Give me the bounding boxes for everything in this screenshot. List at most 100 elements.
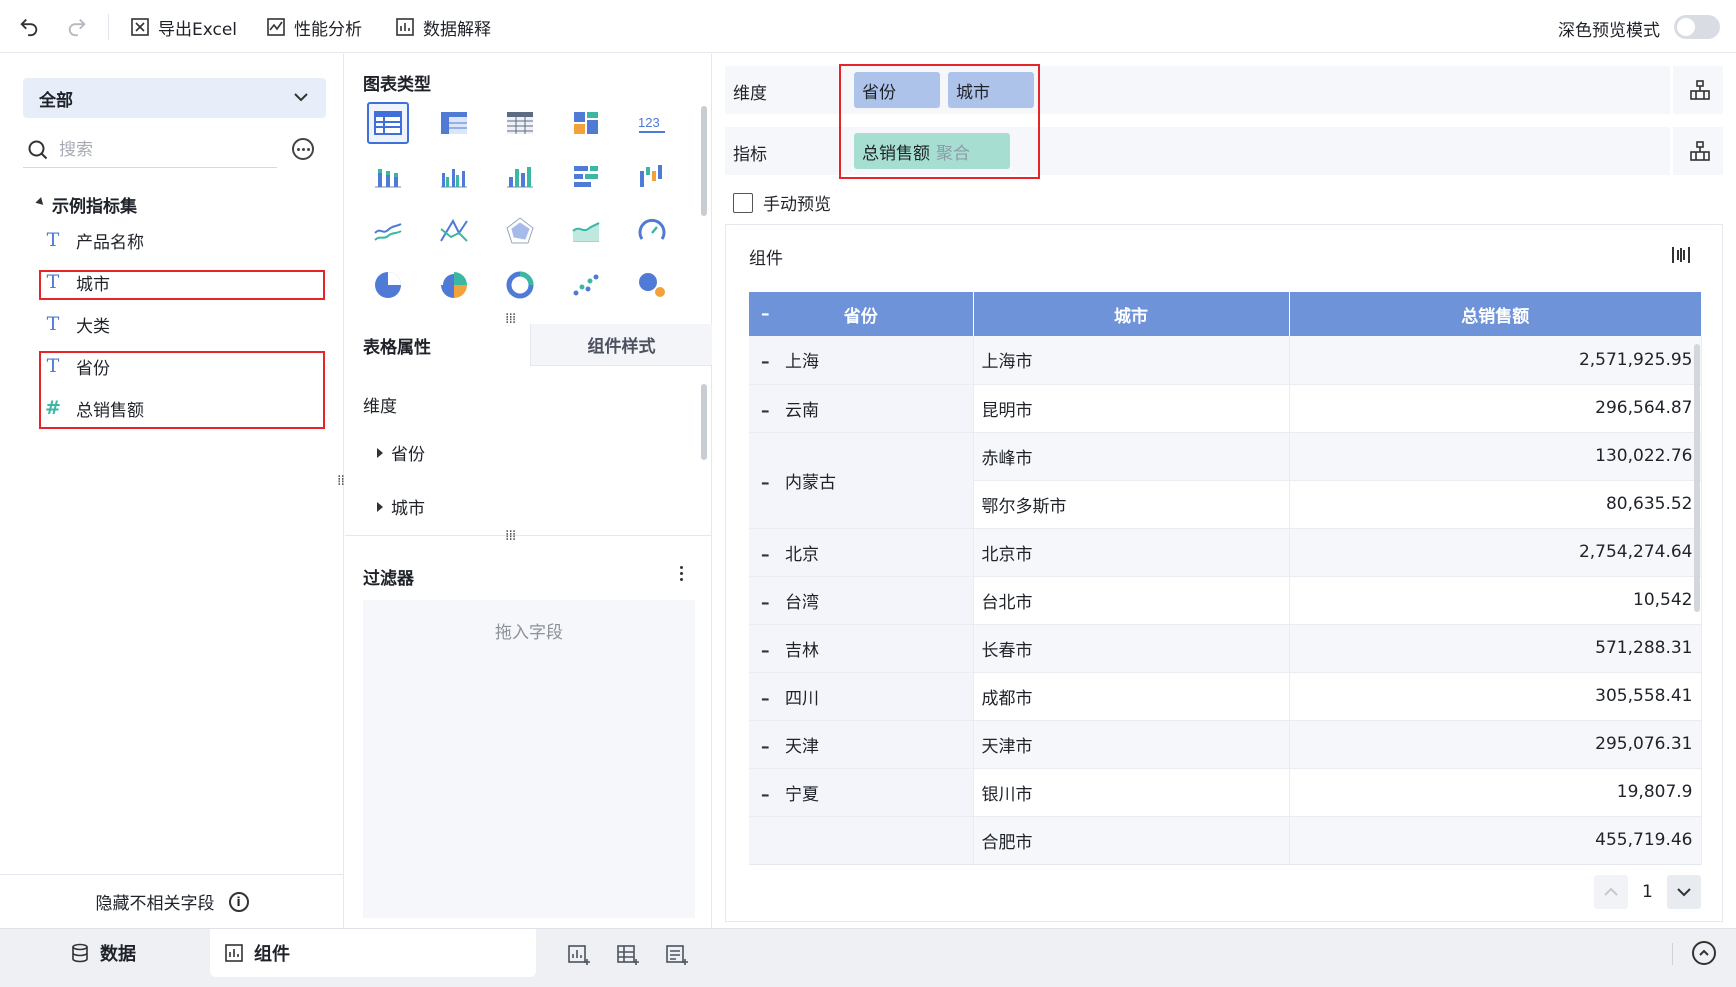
table-row: – 北京 北京市 2,754,274.64 xyxy=(749,528,1702,577)
field-panel: 全部 示例指标集 T 产品名称 T 城市 T 大类 T 省份 # 总销售额 隐藏… xyxy=(0,54,344,928)
hierarchy-icon[interactable] xyxy=(1689,140,1711,162)
performance-analysis-button[interactable]: 性能分析 xyxy=(266,13,362,41)
chart-donut-icon[interactable] xyxy=(499,264,541,306)
tab-component[interactable]: 组件 xyxy=(210,929,536,977)
province-cell[interactable]: – 宁夏 xyxy=(749,768,974,817)
field-item-category[interactable]: T 大类 xyxy=(44,306,110,342)
collapse-icon[interactable]: – xyxy=(761,401,773,421)
dimension-slot-label: 维度 xyxy=(733,84,767,104)
province-cell[interactable]: – 云南 xyxy=(749,384,974,433)
collapse-icon[interactable]: – xyxy=(761,473,773,493)
chart-list-scrollbar[interactable] xyxy=(701,106,707,216)
tab-data[interactable]: 数据 xyxy=(70,929,136,977)
resize-handle-icon[interactable]: ⁞⁞ xyxy=(337,474,345,488)
export-excel-label: 导出Excel xyxy=(158,19,238,40)
dark-preview-toggle[interactable] xyxy=(1674,15,1720,39)
add-table-icon[interactable] xyxy=(616,943,640,967)
scope-select[interactable]: 全部 xyxy=(23,78,326,118)
sales-cell: 455,719.46 xyxy=(1289,816,1702,865)
city-cell: 昆明市 xyxy=(973,384,1290,433)
province-cell xyxy=(749,816,974,865)
filter-drop-zone[interactable]: 拖入字段 xyxy=(363,600,695,918)
expand-triangle-icon xyxy=(377,501,383,512)
chart-group-table-icon[interactable] xyxy=(433,102,475,144)
export-excel-button[interactable]: 导出Excel xyxy=(130,13,237,41)
chart-column-icon[interactable] xyxy=(499,156,541,198)
tab-component-style[interactable]: 组件样式 xyxy=(530,324,712,366)
text-type-icon: T xyxy=(46,229,60,251)
redo-icon[interactable] xyxy=(66,15,88,37)
next-page-button[interactable] xyxy=(1666,875,1701,909)
chart-rose-pie-icon[interactable] xyxy=(433,264,475,306)
scope-select-value: 全部 xyxy=(39,90,73,111)
table-row: – 四川 成都市 305,558.41 xyxy=(749,672,1702,721)
chart-gauge-icon[interactable] xyxy=(631,210,673,252)
divider xyxy=(345,535,712,536)
resize-handle-icon[interactable]: ⁞⁞⁞ xyxy=(505,312,516,326)
metric-set-label: 示例指标集 xyxy=(52,197,137,217)
field-item-product-name[interactable]: T 产品名称 xyxy=(44,222,144,258)
collapse-icon[interactable]: – xyxy=(761,737,773,757)
province-cell[interactable]: – 天津 xyxy=(749,720,974,769)
chart-bubble-icon[interactable] xyxy=(631,264,673,306)
collapse-icon[interactable]: – xyxy=(761,545,773,565)
city-cell: 天津市 xyxy=(973,720,1290,769)
chart-number-icon[interactable]: 123 xyxy=(631,102,673,144)
property-scrollbar[interactable] xyxy=(701,384,707,460)
province-cell[interactable]: – 四川 xyxy=(749,672,974,721)
table-scrollbar[interactable] xyxy=(1694,344,1700,612)
chart-area-icon[interactable] xyxy=(565,210,607,252)
city-cell: 成都市 xyxy=(973,672,1290,721)
dimension-item-city[interactable]: 城市 xyxy=(377,494,425,519)
city-cell: 合肥市 xyxy=(973,816,1290,865)
province-cell[interactable]: – 台湾 xyxy=(749,576,974,625)
province-cell[interactable]: – 吉林 xyxy=(749,624,974,673)
chart-cross-table-icon[interactable] xyxy=(499,102,541,144)
hide-irrelevant-fields[interactable]: 隐藏不相关字段 i xyxy=(0,874,344,928)
resize-handle-icon[interactable]: ⁞⁞⁞ xyxy=(505,529,516,543)
chart-waterfall-icon[interactable] xyxy=(631,156,673,198)
search-input[interactable] xyxy=(59,139,259,160)
chart-horizontal-bar-icon[interactable] xyxy=(565,156,607,198)
prev-page-button[interactable] xyxy=(1594,875,1628,909)
add-text-icon[interactable] xyxy=(665,943,689,967)
manual-preview[interactable]: 手动预览 xyxy=(733,190,831,215)
collapse-icon[interactable]: – xyxy=(761,689,773,709)
chart-detail-table-icon[interactable] xyxy=(367,102,409,144)
collapse-icon[interactable]: – xyxy=(761,352,773,372)
undo-icon[interactable] xyxy=(18,15,40,37)
chart-radar-line-icon[interactable] xyxy=(433,210,475,252)
more-options-icon[interactable] xyxy=(292,138,314,160)
highlight-box-province-sales xyxy=(39,351,325,429)
add-component-icon[interactable] xyxy=(567,943,591,967)
manual-preview-checkbox[interactable] xyxy=(733,192,753,213)
table-bottom-border xyxy=(749,864,1701,865)
chart-grouped-bar-icon[interactable] xyxy=(433,156,475,198)
chart-kpi-card-icon[interactable] xyxy=(565,102,607,144)
data-explain-button[interactable]: 数据解释 xyxy=(395,13,491,41)
chart-radar-icon[interactable] xyxy=(499,210,541,252)
metric-set-group[interactable]: 示例指标集 xyxy=(35,192,137,217)
province-cell[interactable]: – 内蒙古 xyxy=(749,432,974,529)
chart-line-icon[interactable] xyxy=(367,210,409,252)
collapse-panel-icon[interactable] xyxy=(1692,941,1716,965)
column-header-total-sales[interactable]: 总销售额 xyxy=(1289,292,1701,336)
column-header-city[interactable]: 城市 xyxy=(973,292,1290,336)
tab-table-properties[interactable]: 表格属性 xyxy=(345,324,530,366)
province-cell[interactable]: – 北京 xyxy=(749,528,974,577)
column-width-icon[interactable] xyxy=(1670,244,1692,266)
collapse-icon[interactable]: – xyxy=(761,641,773,661)
chart-stacked-bar-icon[interactable] xyxy=(367,156,409,198)
column-header-province[interactable]: – 省份 xyxy=(749,292,974,336)
chart-pie-icon[interactable] xyxy=(367,264,409,306)
sales-cell: 130,022.76 xyxy=(1289,432,1702,481)
collapse-icon[interactable]: – xyxy=(761,593,773,613)
info-icon[interactable]: i xyxy=(228,891,249,912)
chart-scatter-icon[interactable] xyxy=(565,264,607,306)
collapse-icon[interactable]: – xyxy=(761,785,773,805)
dimension-item-province[interactable]: 省份 xyxy=(377,440,425,465)
collapse-all-icon[interactable]: – xyxy=(761,304,770,324)
filter-more-icon[interactable] xyxy=(671,563,691,583)
province-cell[interactable]: – 上海 xyxy=(749,336,974,385)
hierarchy-icon[interactable] xyxy=(1689,79,1711,101)
